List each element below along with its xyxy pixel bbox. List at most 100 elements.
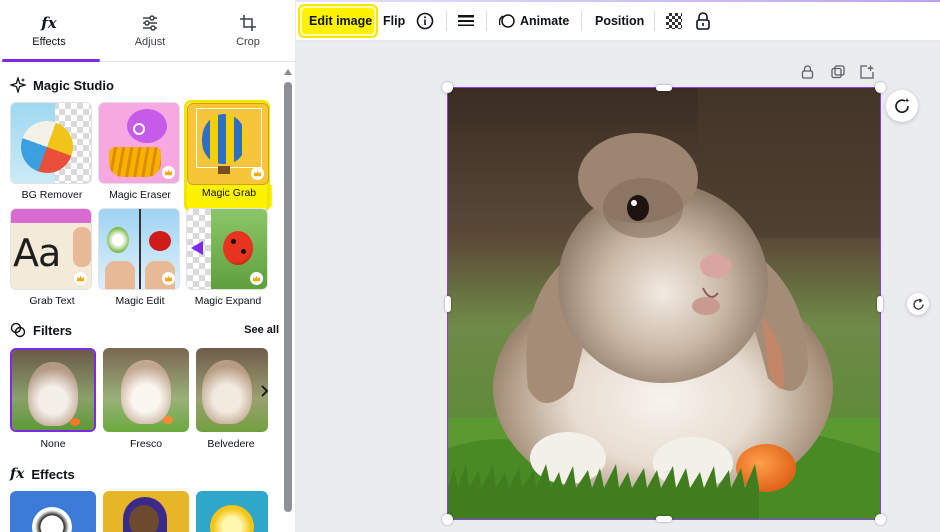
filter-fresco-thumbnail [103,348,189,432]
tool-magic-edit[interactable]: Magic Edit [98,208,182,307]
rose-image [149,231,171,251]
resize-handle-top[interactable] [656,85,672,91]
magic-eraser-thumbnail [98,102,180,184]
lock-icon [696,11,710,30]
sliders-icon [143,15,157,31]
animate-icon [499,13,515,28]
effects-heading: fx Effects [10,466,75,482]
resize-handle-bottom-left[interactable] [442,514,453,525]
hot-air-balloon-image [202,114,246,164]
toolbar-divider [486,11,487,31]
fries-image [109,147,161,177]
bg-remover-label: BG Remover [21,189,83,201]
transparency-icon [666,12,682,29]
position-label: Position [595,13,645,28]
filter-fresco[interactable]: Fresco [103,348,189,450]
border-lines-icon [458,14,474,26]
flip-label: Flip [383,13,406,28]
selection-frame [447,87,881,520]
resize-handle-bottom-right[interactable] [875,514,886,525]
toolbar-divider [581,11,582,31]
resize-handle-top-right[interactable] [875,82,886,93]
refresh-sparkle-icon [895,98,910,113]
duplicate-page-button[interactable] [830,64,846,80]
grab-text-sample: Aa [13,231,61,275]
magic-grab-label: Magic Grab [201,187,257,199]
resize-handle-bottom[interactable] [656,516,672,522]
crown-icon [250,272,263,285]
crown-icon [74,272,87,285]
filters-next-arrow[interactable] [254,381,274,401]
toolbar-divider [654,11,655,31]
filter-fresco-label: Fresco [129,438,163,450]
lock-icon [801,65,813,79]
crown-icon [162,272,175,285]
soccer-ball-image [32,507,72,532]
scrollbar-thumb[interactable] [284,82,292,512]
fx-icon: fx [41,13,57,32]
resize-handle-left[interactable] [445,296,451,312]
grab-text-thumbnail: Aa [10,208,92,290]
tab-crop[interactable]: Crop [200,0,296,62]
grab-text-label: Grab Text [29,295,75,307]
magic-eraser-label: Magic Eraser [109,189,171,201]
magic-studio-title: Magic Studio [33,77,114,93]
add-page-button[interactable] [859,64,875,80]
magic-edit-thumbnail [98,208,180,290]
effects-title: Effects [31,466,75,482]
tab-effects-label: Effects [32,35,66,48]
panel-tabs: fx Effects Adjust Crop [0,0,296,62]
lock-page-button[interactable] [799,64,815,80]
toolbar-divider [446,11,447,31]
magic-expand-label: Magic Expand [194,295,262,307]
resize-handle-right[interactable] [877,296,883,312]
effect-thumbnail[interactable] [103,491,189,532]
tab-adjust-label: Adjust [134,36,166,48]
crown-icon [162,166,175,179]
add-page-icon [860,65,874,79]
rotate-icon [912,297,924,310]
filters-heading: Filters [10,322,72,338]
fx-icon: fx [10,466,25,482]
ladybug-image [223,231,253,265]
position-button[interactable]: Position [595,0,644,41]
ai-regenerate-button[interactable] [886,90,918,122]
duplicate-icon [831,65,845,79]
rotate-handle[interactable] [907,293,929,315]
transparency-button[interactable] [666,0,682,41]
rabbit-image [202,360,252,424]
effect-thumbnail[interactable] [10,491,96,532]
tool-magic-eraser[interactable]: Magic Eraser [98,102,182,201]
info-icon [416,12,434,29]
expand-arrow-icon [191,241,203,255]
magic-grab-thumbnail [187,103,269,185]
bg-remover-thumbnail [10,102,92,184]
edit-image-button[interactable]: Edit image [309,0,372,41]
scroll-up-arrow-icon[interactable] [284,69,292,75]
tool-magic-grab[interactable]: Magic Grab [187,103,271,199]
tab-effects[interactable]: fx Effects [0,0,98,62]
panel-scrollbar[interactable] [283,66,293,532]
filters-icon [10,322,26,338]
filters-title: Filters [33,322,73,338]
tool-magic-expand[interactable]: Magic Expand [186,208,270,307]
tool-bg-remover[interactable]: BG Remover [10,102,94,201]
lock-button[interactable] [695,0,711,41]
tab-adjust[interactable]: Adjust [100,0,200,62]
chevron-right-icon [261,385,269,397]
app-window: fx Effects Adjust Crop Magic Studio BG R… [0,0,940,532]
magic-studio-heading: Magic Studio [10,77,114,93]
flip-button[interactable]: Flip [383,0,405,41]
crop-icon [240,15,256,31]
resize-handle-top-left[interactable] [442,82,453,93]
edit-image-label: Edit image [309,13,373,28]
tab-crop-label: Crop [236,36,260,48]
info-button[interactable] [416,0,434,41]
filters-see-all-link[interactable]: See all [244,324,279,336]
effect-thumbnail[interactable] [196,491,268,532]
border-style-button[interactable] [458,0,474,41]
filter-none[interactable]: None [10,348,96,450]
animate-button[interactable]: Animate [499,0,569,41]
tool-grab-text[interactable]: Aa Grab Text [10,208,94,307]
animate-label: Animate [520,13,570,28]
